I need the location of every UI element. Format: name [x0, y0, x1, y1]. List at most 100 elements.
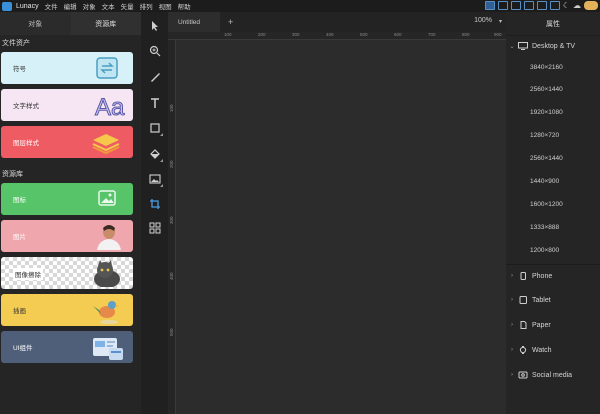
menu-arrange[interactable]: 排列	[140, 1, 153, 11]
ruler-label: 600	[394, 32, 402, 37]
components-tool[interactable]	[147, 220, 162, 235]
section-library: 资源库	[2, 171, 23, 178]
divider	[506, 264, 600, 265]
paper-icon	[520, 321, 527, 329]
mask-icon[interactable]	[497, 1, 508, 10]
preset-item[interactable]: 1440×900	[530, 178, 559, 185]
preset-item[interactable]: 2560×1440	[530, 86, 563, 93]
group-social-media[interactable]: › Social media	[506, 365, 600, 385]
tools-toolbar	[141, 12, 168, 414]
card-illustrations[interactable]: 插画	[1, 294, 133, 326]
image-tool[interactable]	[147, 171, 163, 187]
rectangle-tool[interactable]	[147, 120, 163, 136]
preset-item[interactable]: 3840×2160	[530, 64, 563, 71]
group-paper[interactable]: › Paper	[506, 315, 600, 335]
preset-item[interactable]: 1920×1080	[530, 109, 563, 116]
card-label: 图片	[13, 234, 26, 241]
card-ui-components[interactable]: UI组件	[1, 331, 133, 363]
left-panel: 对象 资源库 文件资产 符号 文字样式 Aa 图层样式 资源库 图标 图片 图像…	[0, 12, 141, 414]
card-text-styles[interactable]: 文字样式 Aa	[1, 89, 133, 121]
horizontal-ruler: 100 200 300 400 500 600 700 800 900	[168, 32, 506, 40]
ruler-label: 100	[224, 32, 232, 37]
menu-vector[interactable]: 矢量	[121, 1, 134, 11]
pen-icon	[150, 72, 160, 82]
chevron-right-icon: ›	[511, 322, 513, 328]
person-photo-icon	[97, 225, 121, 250]
card-icons[interactable]: 图标	[1, 183, 133, 215]
image-placeholder-icon	[98, 190, 116, 206]
social-media-icon	[518, 371, 528, 379]
menu-edit[interactable]: 编辑	[64, 1, 77, 11]
share-icon[interactable]	[549, 1, 560, 10]
fill-tool[interactable]	[147, 146, 163, 162]
group-phone[interactable]: › Phone	[506, 266, 600, 286]
pen-tool[interactable]	[147, 69, 162, 84]
ruler-label: 300	[169, 216, 174, 224]
card-label: UI组件	[13, 345, 33, 352]
moon-icon[interactable]: ☾	[563, 1, 570, 10]
cat-photo-icon	[94, 260, 120, 287]
card-symbols[interactable]: 符号	[1, 52, 133, 84]
group-label: Watch	[532, 346, 552, 354]
tab-objects[interactable]: 对象	[0, 12, 71, 35]
desktop-icon	[518, 42, 528, 50]
card-label: 文字样式	[13, 103, 39, 110]
group-desktop-tv[interactable]: ⌄ Desktop & TV	[506, 36, 600, 56]
menu-file[interactable]: 文件	[45, 1, 58, 11]
menu-object[interactable]: 对象	[83, 1, 96, 11]
cloud-icon[interactable]: ☁	[573, 1, 581, 10]
layout-icon[interactable]	[484, 1, 495, 10]
ruler-label: 300	[292, 32, 300, 37]
text-tool[interactable]	[147, 95, 162, 110]
group-label: Desktop & TV	[532, 42, 576, 50]
card-label: 图标	[13, 197, 26, 204]
ruler-label: 200	[258, 32, 266, 37]
tablet-icon	[519, 296, 527, 304]
avatar[interactable]	[584, 1, 598, 10]
group-watch[interactable]: › Watch	[506, 340, 600, 360]
phone-icon	[520, 272, 526, 280]
menu-help[interactable]: 帮助	[178, 1, 191, 11]
chevron-down-icon[interactable]: ▾	[499, 18, 502, 25]
zoom-tool[interactable]	[147, 43, 162, 58]
ruler-label: 400	[326, 32, 334, 37]
crop-tool[interactable]	[147, 196, 162, 211]
rectangle-icon	[149, 122, 160, 133]
select-tool[interactable]	[147, 18, 162, 33]
preset-item[interactable]: 1280×720	[530, 132, 559, 139]
layers-icon	[92, 134, 120, 155]
group-tablet[interactable]: › Tablet	[506, 290, 600, 310]
preset-item[interactable]: 1200×800	[530, 247, 559, 254]
watch-icon	[519, 346, 527, 354]
menu-text[interactable]: 文本	[102, 1, 115, 11]
card-photos[interactable]: 图片	[1, 220, 133, 252]
card-layer-styles[interactable]: 图层样式	[1, 126, 133, 158]
zoom-level[interactable]: 100%	[474, 17, 492, 24]
text-icon	[150, 97, 159, 108]
card-image-removal[interactable]: 图像擦除	[1, 257, 133, 289]
design-canvas[interactable]	[176, 40, 506, 414]
add-tab-button[interactable]: +	[228, 17, 233, 27]
ruler-label: 400	[169, 272, 174, 280]
export-icon[interactable]	[536, 1, 547, 10]
zoom-icon	[149, 45, 160, 56]
section-doc-assets: 文件资产	[2, 40, 30, 47]
tab-library[interactable]: 资源库	[70, 12, 141, 35]
snap-icon[interactable]	[523, 1, 534, 10]
tab-untitled[interactable]: Untitled	[168, 12, 220, 32]
image-icon	[148, 173, 161, 184]
group-label: Paper	[532, 321, 551, 329]
grid-icon[interactable]	[510, 1, 521, 10]
card-label: 插画	[13, 308, 26, 315]
card-label: 图像擦除	[13, 268, 43, 280]
menu-view[interactable]: 视图	[159, 1, 172, 11]
preset-item[interactable]: 1333×888	[530, 224, 559, 231]
canvas-area: Untitled + 100% ▾ 100 200 300 400 500 60…	[168, 12, 506, 414]
properties-header: 属性	[506, 12, 600, 36]
preset-item[interactable]: 2560×1440	[530, 155, 563, 162]
ui-components-icon	[93, 338, 123, 360]
properties-panel: 属性 ⌄ Desktop & TV 3840×2160 2560×1440 19…	[506, 12, 600, 414]
group-label: Tablet	[532, 296, 551, 304]
preset-item[interactable]: 1600×1200	[530, 201, 563, 208]
ruler-label: 800	[462, 32, 470, 37]
